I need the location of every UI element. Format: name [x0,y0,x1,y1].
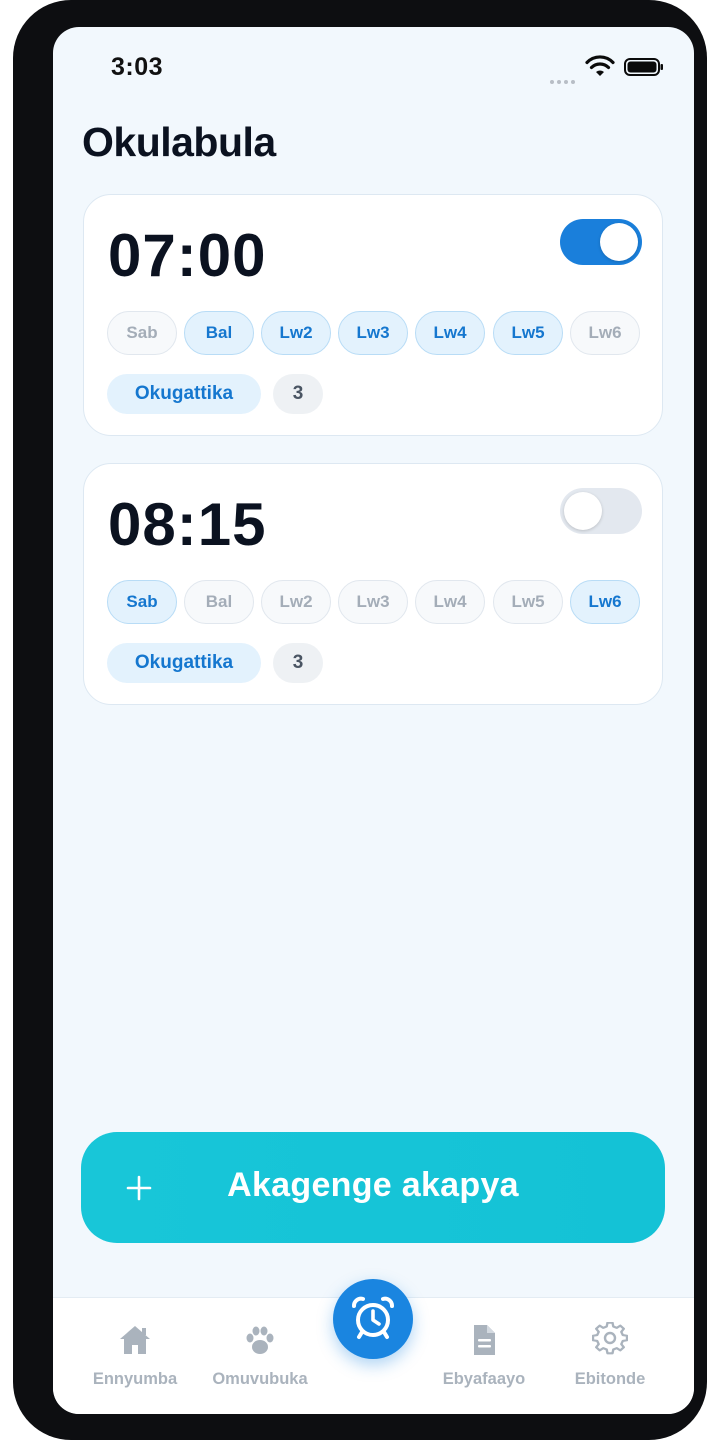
home-icon [120,1326,150,1354]
wifi-icon [585,55,615,76]
gear-icon [592,1322,628,1355]
tab-label: Omuvubuka [212,1370,308,1388]
day-chip-sab[interactable]: Sab [107,311,177,355]
new-alarm-label: Akagenge akapya [227,1166,519,1204]
tab-label: Ebitonde [574,1370,646,1388]
tab-home[interactable]: Ennyumba [75,1318,195,1398]
status-bar: 3:03 [53,27,694,97]
day-chip-lw2[interactable]: Lw2 [261,580,331,624]
alarm-count-badge: 3 [273,374,323,414]
paw-icon [246,1326,274,1354]
battery-icon [624,58,663,76]
day-chip-bal[interactable]: Bal [184,311,254,355]
day-selector: Sab Bal Lw2 Lw3 Lw4 Lw5 Lw6 [107,311,647,357]
cellular-signal-icon [550,71,578,84]
alarm-toggle[interactable] [560,488,642,534]
tab-settings[interactable]: Ebitonde [550,1318,670,1398]
tab-alarms[interactable] [333,1279,413,1359]
day-chip-bal[interactable]: Bal [184,580,254,624]
device-frame: 3:03 Okulabula 07:00 Sab Bal Lw2 Lw3 Lw4… [13,0,707,1440]
alarm-clock-icon [352,1296,394,1339]
alarm-toggle[interactable] [560,219,642,265]
day-chip-lw5[interactable]: Lw5 [493,580,563,624]
document-icon [474,1325,495,1355]
toggle-knob [600,223,638,261]
day-chip-sab[interactable]: Sab [107,580,177,624]
alarm-time[interactable]: 08:15 [108,490,266,559]
alarm-card[interactable]: 07:00 Sab Bal Lw2 Lw3 Lw4 Lw5 Lw6 Okugat… [83,194,663,436]
status-time: 3:03 [111,53,164,81]
page-title: Okulabula [82,119,276,165]
alarm-card[interactable]: 08:15 Sab Bal Lw2 Lw3 Lw4 Lw5 Lw6 Okugat… [83,463,663,705]
tab-label: Ennyumba [92,1370,178,1388]
day-chip-lw4[interactable]: Lw4 [415,311,485,355]
alarm-label-chip[interactable]: Okugattika [107,643,261,683]
alarm-time[interactable]: 07:00 [108,221,266,290]
day-chip-lw6[interactable]: Lw6 [570,580,640,624]
new-alarm-button[interactable]: Akagenge akapya [81,1132,665,1243]
tab-label: Ebyafaayo [442,1370,526,1388]
day-chip-lw4[interactable]: Lw4 [415,580,485,624]
day-chip-lw5[interactable]: Lw5 [493,311,563,355]
day-chip-lw3[interactable]: Lw3 [338,580,408,624]
tab-youth[interactable]: Omuvubuka [200,1318,320,1398]
day-chip-lw2[interactable]: Lw2 [261,311,331,355]
screen: 3:03 Okulabula 07:00 Sab Bal Lw2 Lw3 Lw4… [53,27,694,1414]
alarm-label-chip[interactable]: Okugattika [107,374,261,414]
day-chip-lw6[interactable]: Lw6 [570,311,640,355]
day-selector: Sab Bal Lw2 Lw3 Lw4 Lw5 Lw6 [107,580,647,626]
day-chip-lw3[interactable]: Lw3 [338,311,408,355]
alarm-count-badge: 3 [273,643,323,683]
tab-history[interactable]: Ebyafaayo [424,1318,544,1398]
toggle-knob [564,492,602,530]
